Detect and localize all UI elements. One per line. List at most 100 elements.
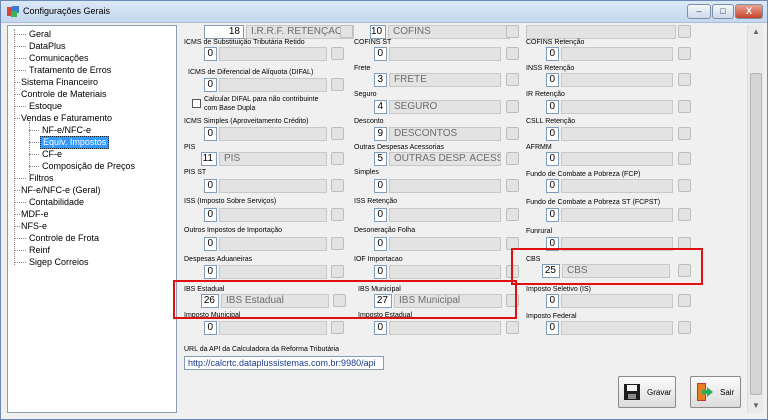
tree-item-nfe-nfce-geral[interactable]: NF-e/NFC-e (Geral) [21, 185, 101, 196]
tree-item-controle-frota[interactable]: Controle de Frota [29, 233, 99, 244]
imposto-municipal-desc [219, 321, 327, 335]
tree-item-filtros[interactable]: Filtros [29, 173, 54, 184]
pis-field[interactable]: 11 [201, 152, 217, 166]
cofins-st-lookup-button[interactable] [506, 47, 519, 60]
vertical-scrollbar[interactable]: ▲ ▼ [747, 25, 763, 413]
difal-base-dupla-checkbox[interactable] [192, 99, 201, 108]
simples-label: Simples [354, 169, 379, 176]
cofins-st-field[interactable]: 0 [374, 47, 387, 61]
tree-item-mdfe[interactable]: MDF-e [21, 209, 49, 220]
tree-item-estoque[interactable]: Estoque [29, 101, 62, 112]
iof-field[interactable]: 0 [374, 265, 387, 279]
tree-item-controle-materiais[interactable]: Controle de Materiais [21, 89, 107, 100]
frete-desc: FRETE [389, 73, 501, 87]
tree-item-geral[interactable]: Geral [29, 29, 51, 40]
iss-lookup-button[interactable] [331, 208, 344, 221]
minimize-button[interactable]: – [687, 4, 711, 19]
inss-retencao-field[interactable]: 0 [546, 73, 559, 87]
iss-retencao-field[interactable]: 0 [374, 208, 387, 222]
seguro-lookup-button[interactable] [506, 100, 519, 113]
tree-item-sigep-correios[interactable]: Sigep Correios [29, 257, 89, 268]
tree-item-reinf[interactable]: Reinf [29, 245, 50, 256]
tree-item-sistema-financeiro[interactable]: Sistema Financeiro [21, 77, 98, 88]
col3-top-desc [526, 25, 676, 39]
desconto-field[interactable]: 9 [374, 127, 387, 141]
fcp-field[interactable]: 0 [546, 179, 559, 193]
cofins-retencao-field[interactable]: 0 [546, 47, 559, 61]
tree-item-composicao-precos[interactable]: Composição de Preços [42, 161, 135, 172]
imposto-seletivo-field[interactable]: 0 [546, 294, 559, 308]
api-url-input[interactable]: http://calcrtc.dataplussistemas.com.br:9… [184, 356, 384, 370]
icms-simples-lookup-button[interactable] [331, 127, 344, 140]
imposto-municipal-field[interactable]: 0 [204, 321, 217, 335]
imposto-federal-lookup-button[interactable] [678, 321, 691, 334]
imposto-seletivo-lookup-button[interactable] [678, 294, 691, 307]
imposto-estadual-lookup-button[interactable] [506, 321, 519, 334]
icms-simples-field[interactable]: 0 [204, 127, 217, 141]
ir-retencao-field[interactable]: 0 [546, 100, 559, 114]
maximize-button[interactable]: □ [712, 4, 734, 19]
csll-retencao-field[interactable]: 0 [546, 127, 559, 141]
gravar-button[interactable]: Gravar [618, 376, 676, 408]
afrmm-field[interactable]: 0 [546, 152, 559, 166]
afrmm-lookup-button[interactable] [678, 152, 691, 165]
fcp-lookup-button[interactable] [678, 179, 691, 192]
difal-label: ICMS de Diferencial de Alíquota (DIFAL) [188, 69, 314, 76]
pis-st-lookup-button[interactable] [331, 179, 344, 192]
imposto-municipal-lookup-button[interactable] [331, 321, 344, 334]
scroll-down-arrow-icon[interactable]: ▼ [751, 401, 761, 411]
outras-despesas-field[interactable]: 5 [374, 152, 387, 166]
imposto-federal-field[interactable]: 0 [546, 321, 559, 335]
fcpst-field[interactable]: 0 [546, 208, 559, 222]
close-button[interactable]: X [735, 4, 763, 19]
irrf-lookup-button[interactable] [340, 25, 353, 38]
frete-lookup-button[interactable] [506, 73, 519, 86]
desoneracao-field[interactable]: 0 [374, 237, 387, 251]
sair-button[interactable]: Sair [690, 376, 741, 408]
inss-retencao-lookup-button[interactable] [678, 73, 691, 86]
tree-item-nfse[interactable]: NFS-e [21, 221, 47, 232]
cofins-field[interactable]: 10 [370, 25, 386, 39]
icms-st-retido-lookup-button[interactable] [331, 47, 344, 60]
difal-desc [219, 78, 327, 92]
desoneracao-desc [389, 237, 501, 251]
simples-lookup-button[interactable] [506, 179, 519, 192]
pis-st-field[interactable]: 0 [204, 179, 217, 193]
scrollbar-thumb[interactable] [750, 73, 762, 395]
tree-item-equiv-impostos[interactable]: Equiv. Impostos [40, 136, 110, 149]
outros-impostos-field[interactable]: 0 [204, 237, 217, 251]
despesas-aduaneiras-field[interactable]: 0 [204, 265, 217, 279]
icms-st-retido-field[interactable]: 0 [204, 47, 217, 61]
cofins-lookup-button[interactable] [506, 25, 519, 38]
tree-item-cfe[interactable]: CF-e [42, 149, 62, 160]
tree-item-comunicacoes[interactable]: Comunicações [29, 53, 89, 64]
despesas-aduaneiras-lookup-button[interactable] [331, 265, 344, 278]
tree-item-tratamento-erros[interactable]: Tratamento de Erros [29, 65, 111, 76]
ir-retencao-lookup-button[interactable] [678, 100, 691, 113]
difal-lookup-button[interactable] [331, 78, 344, 91]
settings-tree[interactable]: Geral DataPlus Comunicações Tratamento d… [7, 25, 177, 413]
seguro-field[interactable]: 4 [374, 100, 387, 114]
tax-equivalence-panel: 18 I.R.R.F. RETENÇÃO ICMS de Substituiçã… [173, 25, 746, 413]
pis-lookup-button[interactable] [331, 152, 344, 165]
tree-item-nfe-nfce[interactable]: NF-e/NFC-e [42, 125, 91, 136]
cofins-retencao-lookup-button[interactable] [678, 47, 691, 60]
tree-item-dataplus[interactable]: DataPlus [29, 41, 66, 52]
simples-field[interactable]: 0 [374, 179, 387, 193]
csll-retencao-lookup-button[interactable] [678, 127, 691, 140]
iss-retencao-lookup-button[interactable] [506, 208, 519, 221]
desconto-lookup-button[interactable] [506, 127, 519, 140]
col3-top-lookup-button[interactable] [678, 25, 691, 38]
fcpst-lookup-button[interactable] [678, 208, 691, 221]
outras-despesas-lookup-button[interactable] [506, 152, 519, 165]
difal-field[interactable]: 0 [204, 78, 217, 92]
tree-item-vendas-faturamento[interactable]: Vendas e Faturamento [21, 113, 112, 124]
iss-field[interactable]: 0 [204, 208, 217, 222]
csll-retencao-desc [561, 127, 673, 141]
irrf-code-field[interactable]: 18 [204, 25, 244, 39]
scroll-up-arrow-icon[interactable]: ▲ [751, 27, 761, 37]
frete-field[interactable]: 3 [374, 73, 387, 87]
tree-item-contabilidade[interactable]: Contabilidade [29, 197, 84, 208]
outros-impostos-lookup-button[interactable] [331, 237, 344, 250]
imposto-estadual-field[interactable]: 0 [374, 321, 387, 335]
